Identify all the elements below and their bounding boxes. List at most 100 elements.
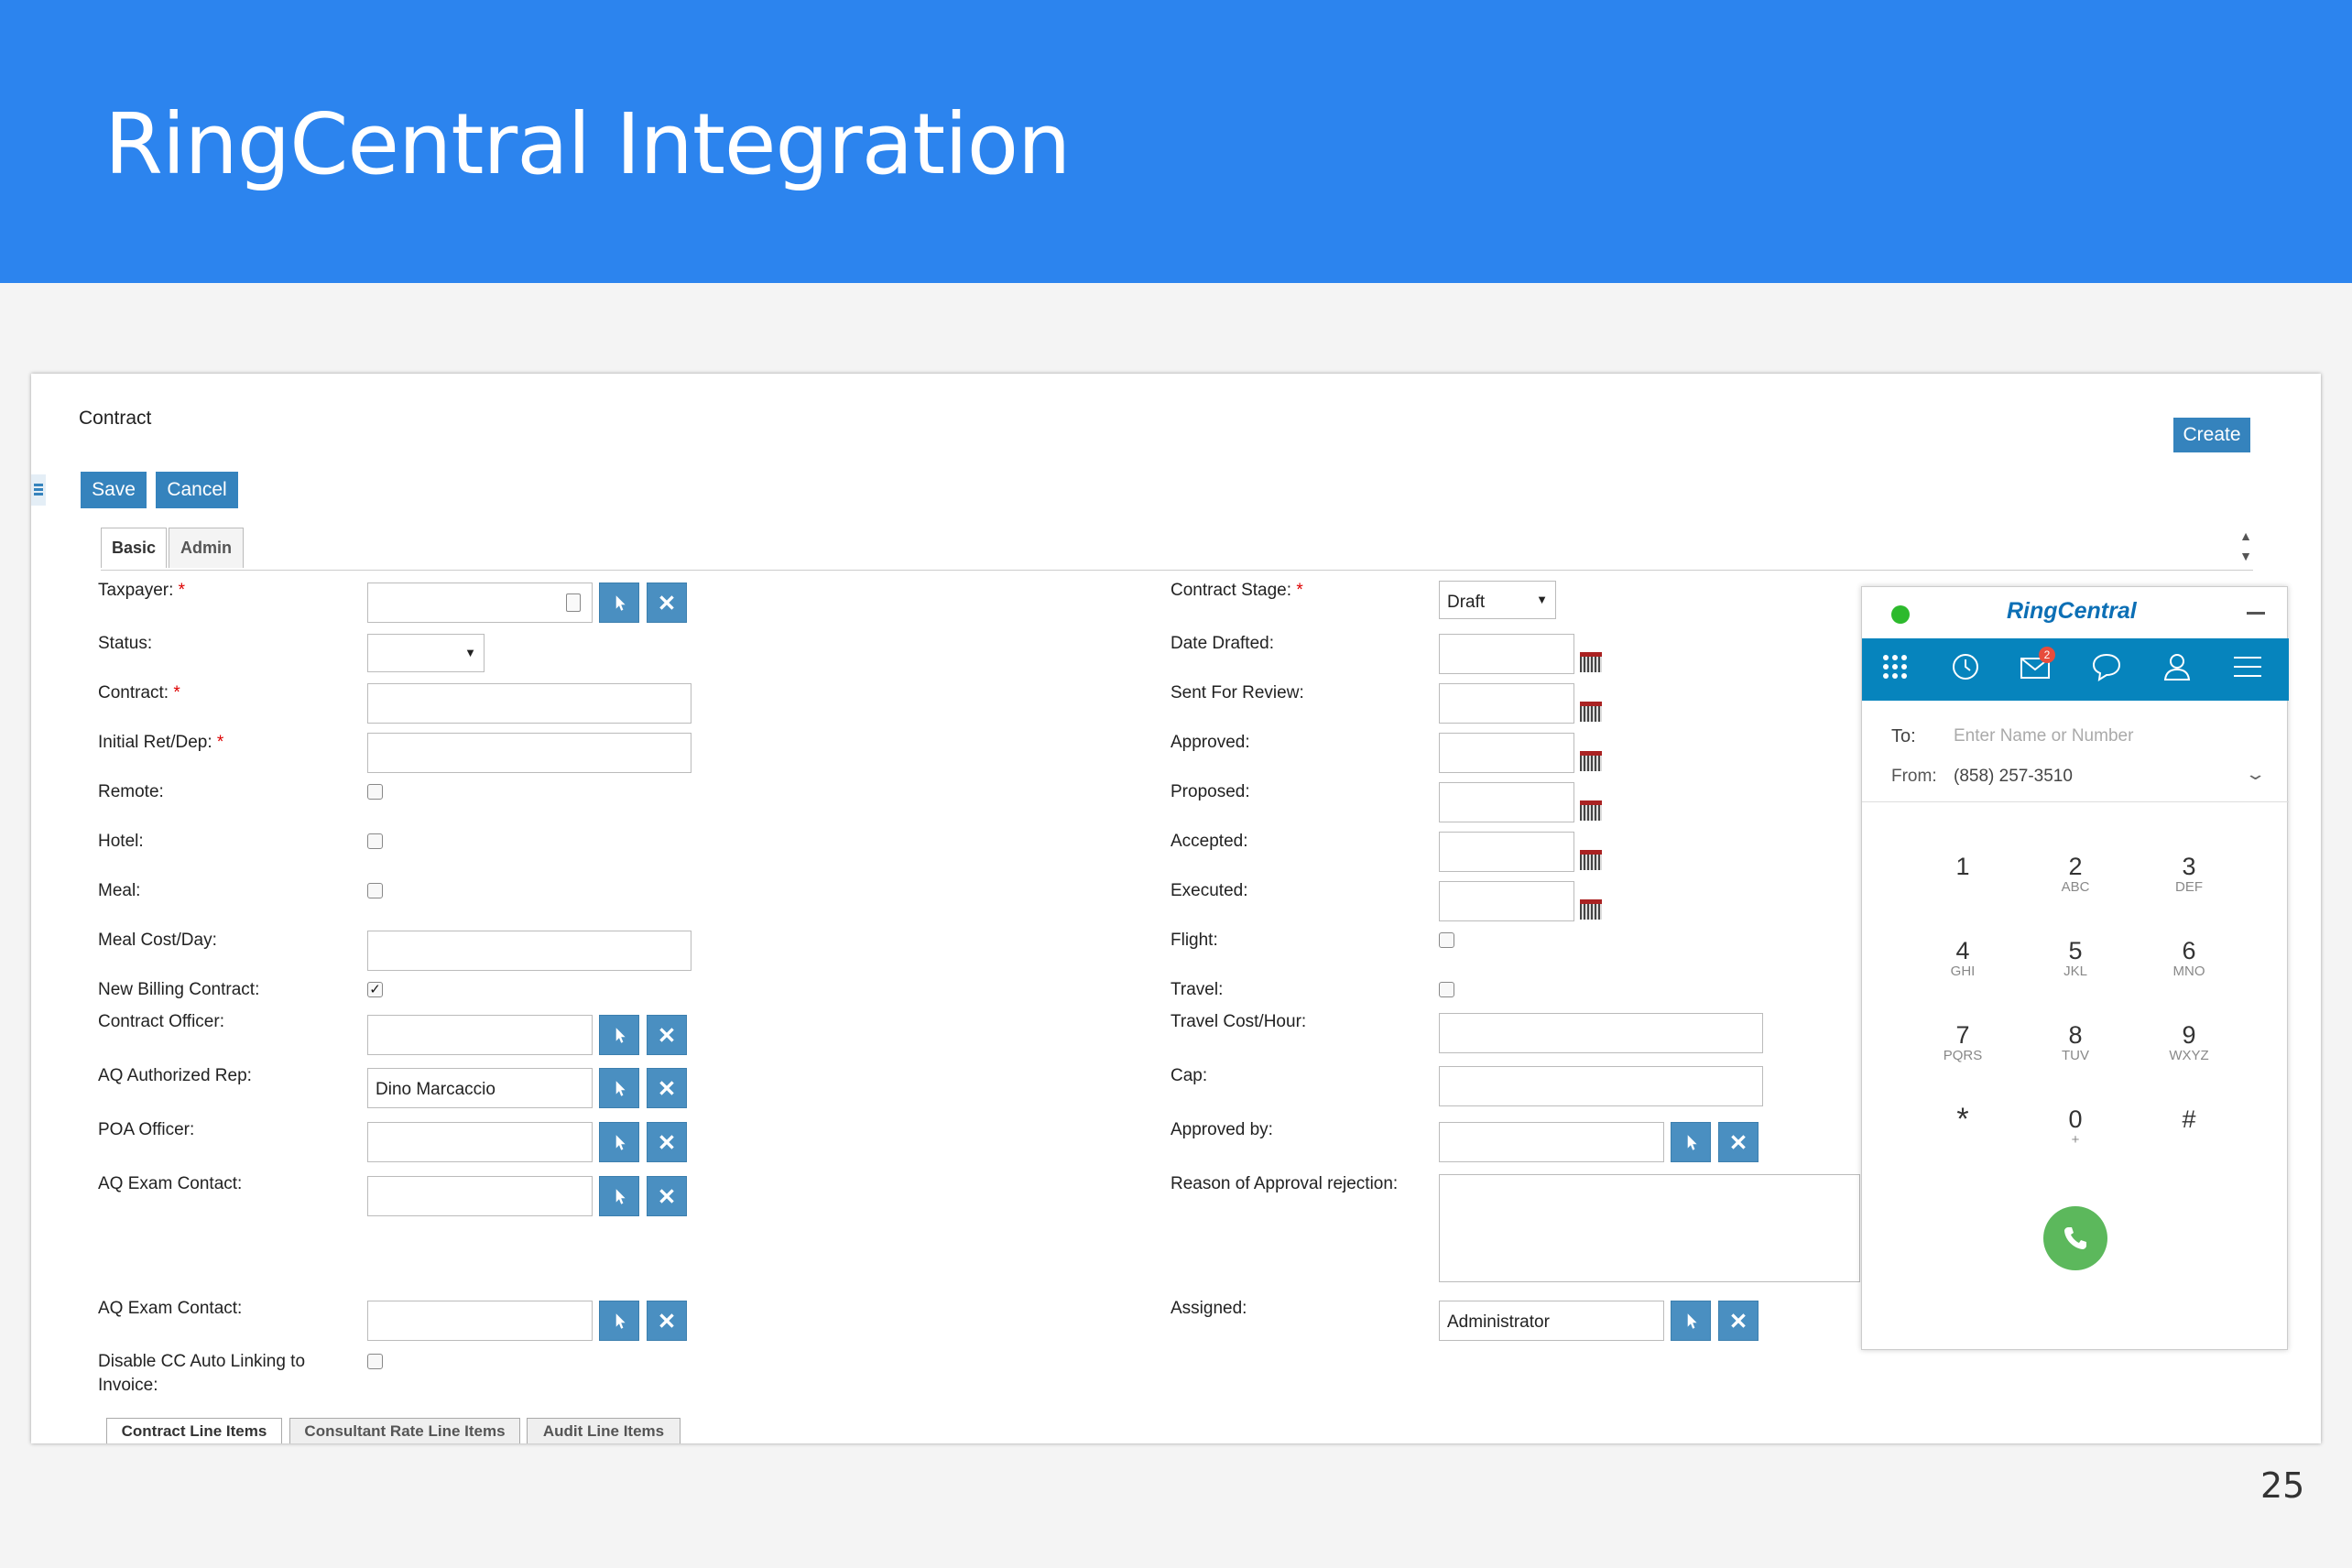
- tab-audit-line-items[interactable]: Audit Line Items: [527, 1418, 681, 1443]
- executed-field[interactable]: [1439, 881, 1574, 921]
- new-billing-contract-checkbox[interactable]: ✓: [367, 982, 383, 997]
- cap-field[interactable]: [1439, 1066, 1763, 1106]
- select-pointer-icon[interactable]: [1671, 1122, 1711, 1162]
- minimize-icon[interactable]: [2247, 612, 2265, 615]
- approved-by-field[interactable]: [1439, 1122, 1664, 1162]
- create-button[interactable]: Create: [2173, 418, 2250, 452]
- chat-bubble-icon[interactable]: [2088, 648, 2125, 685]
- cancel-button[interactable]: Cancel: [156, 472, 238, 508]
- dialpad-key-4[interactable]: 4 GHI: [1922, 937, 2004, 979]
- travel-cost-hour-field[interactable]: [1439, 1013, 1763, 1053]
- select-pointer-icon[interactable]: [599, 1015, 639, 1055]
- dialpad-key-star[interactable]: *: [1922, 1104, 2004, 1135]
- slide: RingCentral Integration Contract Create …: [0, 0, 2352, 1568]
- dialpad-key-2[interactable]: 2 ABC: [2034, 853, 2117, 895]
- chevron-down-icon[interactable]: ⌄: [2244, 765, 2266, 784]
- contract-field[interactable]: [367, 683, 691, 724]
- aq-exam-contact-field[interactable]: [367, 1176, 593, 1216]
- disable-cc-checkbox[interactable]: [367, 1354, 383, 1369]
- menu-toggle-icon[interactable]: [31, 474, 46, 506]
- calendar-icon[interactable]: [1580, 751, 1602, 771]
- reason-rejection-textarea[interactable]: [1439, 1174, 1860, 1282]
- title-banner: RingCentral Integration: [0, 0, 2352, 283]
- contract-officer-field[interactable]: [367, 1015, 593, 1055]
- clear-x-icon[interactable]: [647, 583, 687, 623]
- select-pointer-icon[interactable]: [599, 1122, 639, 1162]
- select-pointer-icon[interactable]: [1671, 1301, 1711, 1341]
- select-pointer-icon[interactable]: [599, 1301, 639, 1341]
- clear-x-icon[interactable]: [647, 1068, 687, 1108]
- clear-x-icon[interactable]: [1718, 1301, 1759, 1341]
- select-pointer-icon[interactable]: [599, 1176, 639, 1216]
- tab-consultant-rate-line-items[interactable]: Consultant Rate Line Items: [289, 1418, 520, 1443]
- aq-exam-contact-label: AQ Exam Contact:: [98, 1174, 243, 1193]
- hotel-checkbox[interactable]: [367, 833, 383, 849]
- clear-x-icon[interactable]: [647, 1301, 687, 1341]
- to-input[interactable]: Enter Name or Number: [1954, 726, 2133, 746]
- dialpad-key-3[interactable]: 3 DEF: [2148, 853, 2230, 895]
- poa-officer-label: POA Officer:: [98, 1120, 195, 1139]
- aq-exam-contact-label: AQ Exam Contact:: [98, 1299, 243, 1318]
- date-drafted-field[interactable]: [1439, 634, 1574, 674]
- ringcentral-widget: RingCentral 2 To: Enter Name or Number F…: [1861, 586, 2289, 1350]
- poa-officer-field[interactable]: [367, 1122, 593, 1162]
- dialpad-key-5[interactable]: 5 JKL: [2034, 937, 2117, 979]
- save-button[interactable]: Save: [81, 472, 147, 508]
- taxpayer-field[interactable]: [367, 583, 593, 623]
- travel-cost-hour-label: Travel Cost/Hour:: [1171, 1012, 1307, 1031]
- aq-authorized-rep-field[interactable]: Dino Marcaccio: [367, 1068, 593, 1108]
- contact-card-icon[interactable]: [566, 593, 581, 612]
- assigned-field[interactable]: Administrator: [1439, 1301, 1664, 1341]
- call-button[interactable]: [2043, 1206, 2107, 1270]
- clear-x-icon[interactable]: [647, 1176, 687, 1216]
- scroll-arrows-icon[interactable]: ▲ ▼: [2237, 526, 2255, 570]
- dialpad-key-1[interactable]: 1: [1922, 853, 2004, 880]
- select-pointer-icon[interactable]: [599, 1068, 639, 1108]
- tab-basic[interactable]: Basic: [101, 528, 167, 568]
- meal-cost-day-label: Meal Cost/Day:: [98, 931, 217, 950]
- select-pointer-icon[interactable]: [599, 583, 639, 623]
- clear-x-icon[interactable]: [647, 1015, 687, 1055]
- status-select[interactable]: ▼: [367, 634, 485, 672]
- dialpad-key-7[interactable]: 7 PQRS: [1922, 1021, 2004, 1063]
- approved-field[interactable]: [1439, 733, 1574, 773]
- clear-x-icon[interactable]: [1718, 1122, 1759, 1162]
- from-number[interactable]: (858) 257-3510: [1954, 767, 2073, 787]
- dialpad-icon[interactable]: [1877, 648, 1913, 685]
- flight-label: Flight:: [1171, 931, 1218, 950]
- aq-authorized-rep-label: AQ Authorized Rep:: [98, 1066, 252, 1085]
- history-clock-icon[interactable]: [1947, 648, 1984, 685]
- dialpad-key-6[interactable]: 6 MNO: [2148, 937, 2230, 979]
- executed-label: Executed:: [1171, 881, 1248, 900]
- menu-hamburger-icon[interactable]: [2229, 648, 2266, 685]
- messages-envelope-icon[interactable]: 2: [2018, 647, 2055, 685]
- remote-checkbox[interactable]: [367, 784, 383, 800]
- dialpad-key-9[interactable]: 9 WXYZ: [2148, 1021, 2230, 1063]
- calendar-icon[interactable]: [1580, 800, 1602, 821]
- dialpad-key-8[interactable]: 8 TUV: [2034, 1021, 2117, 1063]
- calendar-icon[interactable]: [1580, 899, 1602, 920]
- calendar-icon[interactable]: [1580, 850, 1602, 870]
- contacts-person-icon[interactable]: [2159, 648, 2195, 685]
- accepted-label: Accepted:: [1171, 832, 1248, 851]
- tab-contract-line-items[interactable]: Contract Line Items: [106, 1418, 282, 1443]
- aq-exam-contact-field-2[interactable]: [367, 1301, 593, 1341]
- status-label: Status:: [98, 634, 153, 653]
- proposed-field[interactable]: [1439, 782, 1574, 822]
- new-billing-contract-label: New Billing Contract:: [98, 980, 260, 999]
- meal-checkbox[interactable]: [367, 883, 383, 898]
- flight-checkbox[interactable]: [1439, 932, 1454, 948]
- sent-for-review-field[interactable]: [1439, 683, 1574, 724]
- tab-admin[interactable]: Admin: [169, 528, 244, 568]
- calendar-icon[interactable]: [1580, 702, 1602, 722]
- clear-x-icon[interactable]: [647, 1122, 687, 1162]
- contract-stage-select[interactable]: Draft ▼: [1439, 581, 1556, 619]
- taxpayer-label: Taxpayer: *: [98, 581, 186, 600]
- meal-cost-day-field[interactable]: [367, 931, 691, 971]
- accepted-field[interactable]: [1439, 832, 1574, 872]
- calendar-icon[interactable]: [1580, 652, 1602, 672]
- dialpad-key-hash[interactable]: #: [2148, 1105, 2230, 1133]
- dialpad-key-0[interactable]: 0 +: [2034, 1105, 2117, 1148]
- travel-checkbox[interactable]: [1439, 982, 1454, 997]
- initial-ret-dep-field[interactable]: [367, 733, 691, 773]
